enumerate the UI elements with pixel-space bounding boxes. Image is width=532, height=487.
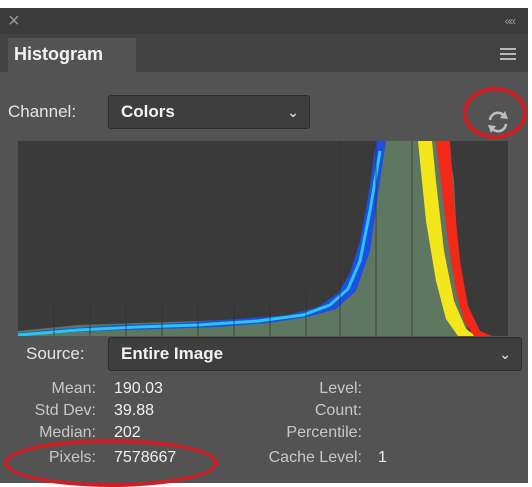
- histogram-cyan-line: [18, 150, 382, 336]
- source-select[interactable]: Entire Image ⌄: [108, 337, 522, 371]
- channel-label: Channel:: [8, 102, 77, 121]
- histogram-chart: [18, 141, 492, 336]
- std-dev-label: Std Dev:: [34, 402, 96, 419]
- highlight-ring-pixels: [4, 439, 218, 487]
- chevron-down-icon: ⌄: [499, 346, 511, 362]
- std-dev-value: 39.88: [114, 402, 155, 419]
- collapse-icon[interactable]: ««: [505, 11, 516, 31]
- panel-title-bar: × ««: [0, 8, 528, 34]
- channel-select[interactable]: Colors ⌄: [108, 95, 310, 129]
- histogram-graph: [18, 141, 508, 336]
- histogram-panel: × «« Histogram Channel: Colors ⌄ Source:…: [0, 8, 528, 483]
- histogram-composite-area: [18, 141, 470, 336]
- cache-level-label: Cache Level:: [268, 449, 362, 466]
- channel-select-value: Colors: [121, 102, 175, 121]
- histogram-blue-area: [18, 141, 386, 336]
- mean-value: 190.03: [114, 380, 163, 397]
- cache-level-value: 1: [378, 449, 387, 466]
- source-label: Source:: [26, 344, 85, 363]
- highlight-ring-refresh: [463, 87, 527, 139]
- source-select-value: Entire Image: [121, 344, 224, 363]
- mean-label: Mean:: [51, 380, 96, 397]
- count-label: Count:: [314, 402, 362, 419]
- percentile-label: Percentile:: [286, 424, 362, 441]
- chevron-down-icon: ⌄: [287, 104, 299, 120]
- close-icon[interactable]: ×: [8, 9, 20, 33]
- level-label: Level:: [319, 380, 362, 397]
- panel-menu-icon[interactable]: [500, 48, 516, 63]
- tab-histogram[interactable]: Histogram: [8, 38, 136, 72]
